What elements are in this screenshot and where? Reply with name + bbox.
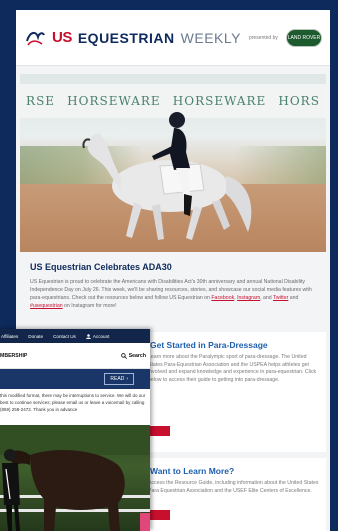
- card-text: Access the Resource Guide, including inf…: [148, 480, 319, 494]
- read-label: READ: [110, 376, 125, 382]
- user-icon: [85, 333, 91, 339]
- nav-account-label: Account: [92, 333, 110, 339]
- search-icon: [120, 352, 127, 359]
- sponsor-logo[interactable]: LAND ROVER: [286, 28, 322, 47]
- search-label: Search: [128, 352, 146, 359]
- horse-and-rider-icon: [82, 112, 252, 240]
- article-tail: and: [288, 295, 299, 301]
- read-button[interactable]: READ ›: [104, 373, 134, 385]
- brand-us: US: [52, 29, 72, 46]
- card-title[interactable]: Want to Learn More?: [150, 466, 234, 476]
- brand-equestrian: EQUESTRIAN: [77, 29, 175, 46]
- hashtag-link[interactable]: #usequestrian: [30, 303, 63, 309]
- site-header: MBERSHIP Search: [0, 343, 150, 369]
- brand-weekly: WEEKLY: [180, 29, 241, 46]
- service-notice: this modified format, there may be inter…: [0, 393, 146, 412]
- article-end: on Instagram for more!: [62, 303, 117, 309]
- nav-contact[interactable]: Contact Us: [53, 334, 76, 339]
- card-text: Learn more about the Paralympic sport of…: [148, 354, 317, 383]
- article-and-text: , and: [260, 295, 274, 301]
- site-top-nav: Affiliates Donate Contact Us Account: [0, 329, 150, 343]
- chevron-right-icon: ›: [126, 376, 128, 382]
- website-screenshot: Affiliates Donate Contact Us Account MBE…: [0, 329, 150, 531]
- facebook-link[interactable]: Facebook: [211, 295, 234, 301]
- article-title[interactable]: US Equestrian Celebrates ADA30: [30, 262, 316, 272]
- newsletter-header: US EQUESTRIAN WEEKLY presented by LAND R…: [16, 10, 330, 66]
- nav-donate[interactable]: Donate: [28, 334, 43, 339]
- twitter-link[interactable]: Twitter: [273, 295, 288, 301]
- hero-image[interactable]: RSE HORSEWARE HORSEWARE HORS: [20, 74, 326, 252]
- article-body: US Equestrian is proud to celebrate the …: [30, 278, 316, 310]
- search-button[interactable]: Search: [120, 352, 146, 359]
- card-button[interactable]: [148, 510, 170, 520]
- nav-account[interactable]: Account: [85, 333, 110, 339]
- hero-banner-text: RSE: [26, 94, 56, 108]
- site-banner: READ ›: [0, 369, 150, 389]
- card-title[interactable]: Get Started in Para-Dressage: [150, 340, 268, 350]
- nav-affiliates[interactable]: Affiliates: [1, 334, 18, 339]
- us-equestrian-logo-icon: [24, 27, 46, 49]
- horse-with-handler-icon: [0, 425, 150, 531]
- card-button[interactable]: [148, 426, 170, 436]
- instagram-link[interactable]: Instagram: [237, 295, 260, 301]
- site-brand[interactable]: MBERSHIP: [0, 353, 27, 359]
- presented-by-text: presented by: [248, 34, 278, 41]
- horse-photo: [0, 425, 150, 531]
